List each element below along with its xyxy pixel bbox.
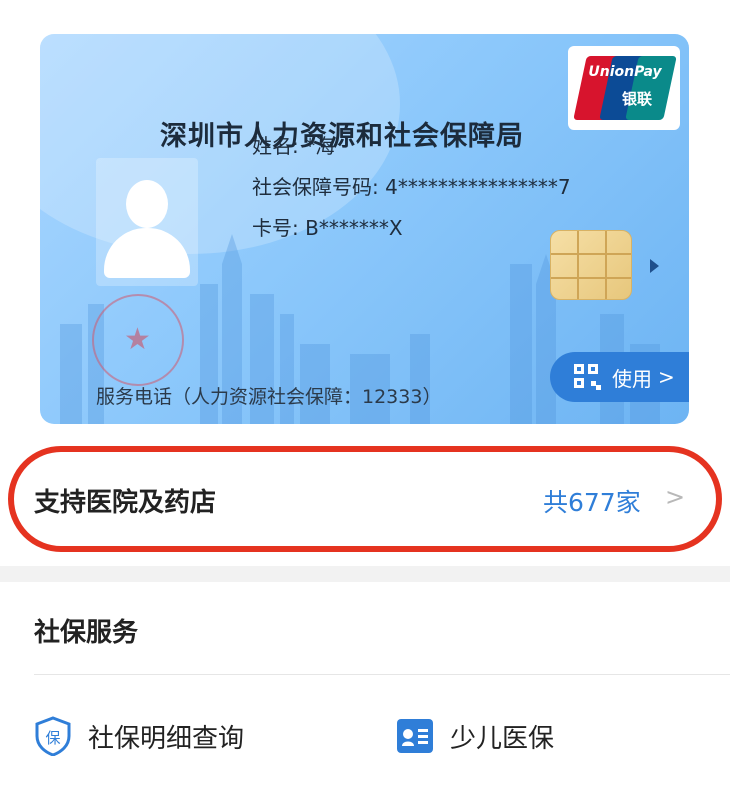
svg-text:保: 保 [45, 729, 60, 747]
avatar [96, 158, 198, 286]
divider [34, 674, 730, 675]
service-item-child-insurance[interactable]: 少儿医保 [396, 716, 554, 756]
avatar-head-icon [126, 180, 168, 228]
section-separator [0, 566, 730, 582]
child-card-icon [397, 719, 433, 753]
card-issuer-title: 深圳市人力资源和社会保障局 [160, 121, 524, 152]
supported-hospitals-label: 支持医院及药店 [34, 488, 217, 518]
use-card-button[interactable]: 使用 > [550, 352, 689, 402]
service-item-details-query[interactable]: 保 社保明细查询 [34, 716, 244, 756]
unionpay-logo: UnionPay 银联 [568, 46, 680, 130]
shield-bao-icon: 保 [35, 716, 71, 756]
card-number: 卡号: B*******X [252, 216, 403, 240]
social-security-card[interactable]: 深圳市人力资源和社会保障局 UnionPay 银联 姓名: *海 社会保障号码:… [40, 34, 689, 424]
use-button-label: 使用 [612, 366, 652, 391]
service-item-label: 少儿医保 [450, 723, 555, 754]
social-security-number: 社会保障号码: 4****************7 [252, 175, 571, 199]
service-hotline: 服务电话（人力资源社会保障：12333） [96, 386, 442, 408]
supported-hospitals-count: 共677家 [543, 488, 641, 517]
chevron-right-icon: > [665, 483, 686, 511]
service-item-label: 社保明细查询 [88, 723, 245, 754]
avatar-body-icon [104, 228, 190, 278]
triangle-right-icon [650, 259, 659, 273]
official-seal-icon: ★ [92, 294, 184, 386]
chevron-right-icon: > [658, 365, 675, 389]
section-title: 社保服务 [34, 618, 139, 648]
cardholder-name: 姓名: *海 [252, 134, 336, 158]
qr-code-icon [574, 364, 601, 390]
card-chip-icon [550, 230, 632, 300]
